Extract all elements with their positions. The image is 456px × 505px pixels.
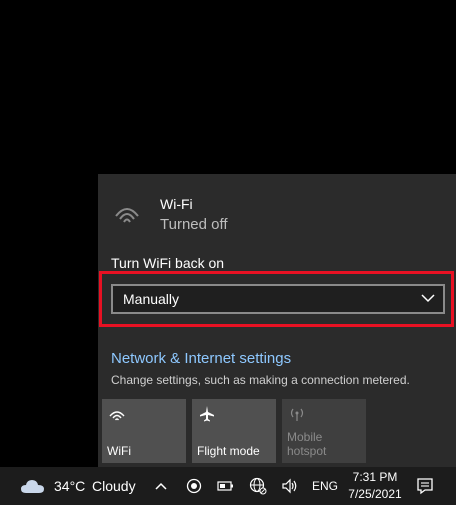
volume-tray-button[interactable] <box>280 467 300 505</box>
quick-actions: WiFi Flight mode Mobile hotspot <box>102 399 372 463</box>
clock-time: 7:31 PM <box>352 470 398 484</box>
wifi-status: Turned off <box>160 216 228 233</box>
cloud-icon <box>21 480 44 493</box>
language-indicator[interactable]: ENG <box>312 467 338 505</box>
action-center-button[interactable] <box>416 467 436 505</box>
network-settings-link[interactable]: Network & Internet settings <box>111 350 291 367</box>
flight-mode-tile-label: Flight mode <box>197 444 260 458</box>
mobile-hotspot-tile[interactable]: Mobile hotspot <box>282 399 366 463</box>
hotspot-icon <box>290 408 304 421</box>
weather-widget[interactable] <box>20 467 48 505</box>
wifi-icon <box>109 411 125 421</box>
network-flyout: Wi-Fi Turned off Turn WiFi back on Manua… <box>98 174 456 467</box>
globe-icon <box>249 477 267 495</box>
weather-condition[interactable]: Cloudy <box>92 467 136 505</box>
show-hidden-icons-button[interactable] <box>154 467 170 505</box>
record-icon <box>186 478 202 494</box>
flight-mode-tile[interactable]: Flight mode <box>192 399 276 463</box>
battery-charging-icon <box>217 481 233 491</box>
taskbar: 34°C Cloudy ENG 7:31 PM 7/25/2021 <box>0 467 456 505</box>
chevron-down-icon <box>421 294 435 303</box>
chevron-up-icon <box>155 482 167 490</box>
clock-date: 7/25/2021 <box>348 487 402 501</box>
wifi-tile-label: WiFi <box>107 444 131 458</box>
dropdown-value: Manually <box>123 291 180 307</box>
wifi-tile[interactable]: WiFi <box>102 399 186 463</box>
turn-wifi-on-dropdown[interactable]: Manually <box>111 284 445 314</box>
wifi-icon <box>115 208 139 223</box>
network-settings-description: Change settings, such as making a connec… <box>111 373 410 387</box>
network-tray-button[interactable] <box>248 467 268 505</box>
wifi-name: Wi-Fi <box>160 196 193 212</box>
notification-icon <box>417 478 433 495</box>
mobile-hotspot-tile-label: Mobile hotspot <box>287 430 327 458</box>
airplane-icon <box>200 406 214 422</box>
weather-temperature[interactable]: 34°C <box>54 467 85 505</box>
wifi-network-item[interactable]: Wi-Fi Turned off <box>110 192 440 240</box>
record-tray-button[interactable] <box>184 467 204 505</box>
battery-tray-button[interactable] <box>216 467 236 505</box>
turn-wifi-on-label: Turn WiFi back on <box>111 255 225 271</box>
speaker-icon <box>282 478 297 494</box>
clock[interactable]: 7:31 PM 7/25/2021 <box>344 467 406 505</box>
